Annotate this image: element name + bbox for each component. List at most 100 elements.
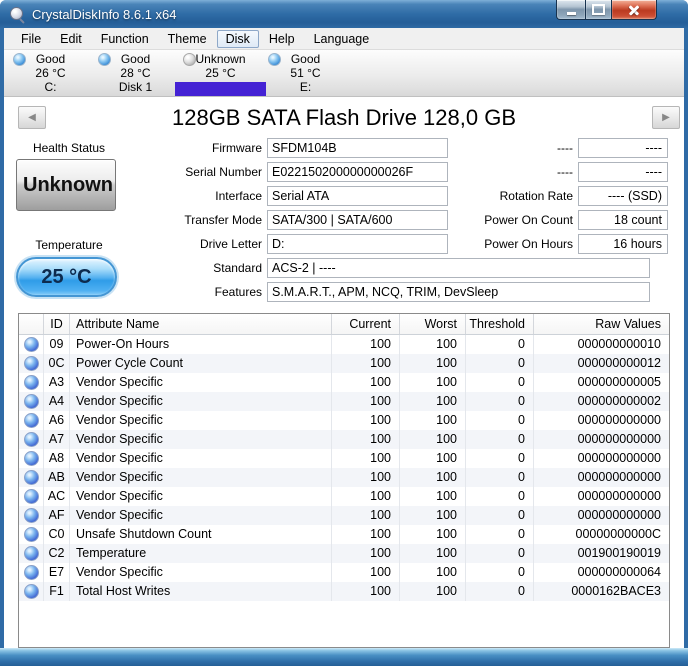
table-row[interactable]: A4Vendor Specific1001000000000000002 (19, 392, 669, 411)
attr-raw: 000000000000 (533, 506, 669, 525)
attr-threshold: 0 (465, 487, 533, 506)
attr-name: Power Cycle Count (69, 354, 331, 373)
table-row[interactable]: C2Temperature1001000001900190019 (19, 544, 669, 563)
attr-threshold: 0 (465, 430, 533, 449)
attr-status-cell (19, 411, 43, 430)
attr-name: Vendor Specific (69, 449, 331, 468)
attr-id: A7 (43, 430, 69, 449)
attr-id: AB (43, 468, 69, 487)
attr-name: Vendor Specific (69, 563, 331, 582)
attr-status-cell (19, 582, 43, 601)
window-title: CrystalDiskInfo 8.6.1 x64 (32, 7, 177, 22)
field-value: ---- (578, 138, 668, 158)
titlebar[interactable]: CrystalDiskInfo 8.6.1 x64 (0, 0, 688, 28)
field-label: ---- (428, 138, 578, 158)
close-icon (627, 3, 641, 17)
field-row: InterfaceSerial ATA (62, 186, 448, 206)
health-orb-icon (24, 356, 39, 371)
health-orb-icon (24, 394, 39, 409)
attr-current: 100 (331, 525, 399, 544)
attr-threshold: 0 (465, 373, 533, 392)
menu-disk[interactable]: Disk (217, 30, 259, 48)
table-row[interactable]: 0CPower Cycle Count1001000000000000012 (19, 354, 669, 373)
attr-current: 100 (331, 506, 399, 525)
health-orb-icon (13, 53, 26, 66)
table-row[interactable]: 09Power-On Hours1001000000000000010 (19, 335, 669, 354)
table-row[interactable]: A7Vendor Specific1001000000000000000 (19, 430, 669, 449)
field-value: 18 count (578, 210, 668, 230)
health-orb-icon (24, 413, 39, 428)
health-orb-icon (24, 489, 39, 504)
field-row: Transfer ModeSATA/300 | SATA/600 (62, 210, 448, 230)
attr-worst: 100 (399, 468, 465, 487)
health-orb-icon (24, 508, 39, 523)
field-row: FirmwareSFDM104B (62, 138, 448, 158)
app-icon (10, 7, 25, 22)
menu-language[interactable]: Language (305, 30, 379, 48)
attr-name: Vendor Specific (69, 468, 331, 487)
table-row[interactable]: A3Vendor Specific1001000000000000005 (19, 373, 669, 392)
menu-edit[interactable]: Edit (51, 30, 91, 48)
attr-id: A4 (43, 392, 69, 411)
attr-id: AF (43, 506, 69, 525)
client-area: FileEditFunctionThemeDiskHelpLanguage Go… (4, 28, 684, 648)
field-value: SFDM104B (267, 138, 448, 158)
attr-threshold: 0 (465, 354, 533, 373)
attr-current: 100 (331, 582, 399, 601)
health-orb-icon (24, 432, 39, 447)
attr-status-cell (19, 544, 43, 563)
drive-item-e-[interactable]: Good51 °CE: (263, 52, 348, 96)
drive-item-c-[interactable]: Good26 °CC: (8, 52, 93, 96)
field-label: Power On Count (428, 210, 578, 230)
attr-status-cell (19, 563, 43, 582)
field-value: SATA/300 | SATA/600 (267, 210, 448, 230)
field-label: ---- (428, 162, 578, 182)
field-value: ---- (578, 162, 668, 182)
field-row: -------- (428, 162, 668, 182)
table-row[interactable]: A6Vendor Specific1001000000000000000 (19, 411, 669, 430)
table-row[interactable]: C0Unsafe Shutdown Count10010000000000000… (19, 525, 669, 544)
menu-help[interactable]: Help (260, 30, 304, 48)
table-row[interactable]: F1Total Host Writes10010000000162BACE3 (19, 582, 669, 601)
attr-status-cell (19, 335, 43, 354)
health-orb-icon (24, 451, 39, 466)
drive-item-disk-1[interactable]: Good28 °CDisk 1 (93, 52, 178, 96)
attr-status-cell (19, 487, 43, 506)
drive-temp: 28 °C (93, 66, 178, 80)
maximize-button[interactable] (585, 0, 612, 20)
attr-current: 100 (331, 411, 399, 430)
attr-worst: 100 (399, 430, 465, 449)
drive-name: E: (263, 80, 348, 94)
health-orb-icon (24, 584, 39, 599)
attr-threshold: 0 (465, 525, 533, 544)
attr-raw: 000000000000 (533, 449, 669, 468)
attr-id: C0 (43, 525, 69, 544)
next-disk-button[interactable]: ▶ (652, 106, 680, 129)
attr-name: Vendor Specific (69, 411, 331, 430)
close-button[interactable] (612, 0, 657, 20)
attr-current: 100 (331, 449, 399, 468)
table-row[interactable]: ACVendor Specific1001000000000000000 (19, 487, 669, 506)
attr-raw: 000000000002 (533, 392, 669, 411)
field-value: E022150200000000026F (267, 162, 448, 182)
attr-name: Vendor Specific (69, 392, 331, 411)
minimize-button[interactable] (556, 0, 585, 20)
field-label: Standard (62, 258, 267, 278)
prev-disk-button[interactable]: ◀ (18, 106, 46, 129)
table-row[interactable]: A8Vendor Specific1001000000000000000 (19, 449, 669, 468)
drive-item-d-[interactable]: Unknown25 °CD: (178, 52, 263, 96)
menu-file[interactable]: File (12, 30, 50, 48)
table-row[interactable]: AFVendor Specific1001000000000000000 (19, 506, 669, 525)
header-id: ID (43, 314, 69, 334)
table-row[interactable]: ABVendor Specific1001000000000000000 (19, 468, 669, 487)
menu-theme[interactable]: Theme (159, 30, 216, 48)
attr-worst: 100 (399, 373, 465, 392)
menu-function[interactable]: Function (92, 30, 158, 48)
table-row[interactable]: E7Vendor Specific1001000000000000064 (19, 563, 669, 582)
smart-attributes-table: IDAttribute NameCurrentWorstThresholdRaw… (18, 313, 670, 648)
field-row: Drive LetterD: (62, 234, 448, 254)
attr-current: 100 (331, 354, 399, 373)
health-orb-icon (268, 53, 281, 66)
field-label: Transfer Mode (62, 210, 267, 230)
field-value: ACS-2 | ---- (267, 258, 650, 278)
